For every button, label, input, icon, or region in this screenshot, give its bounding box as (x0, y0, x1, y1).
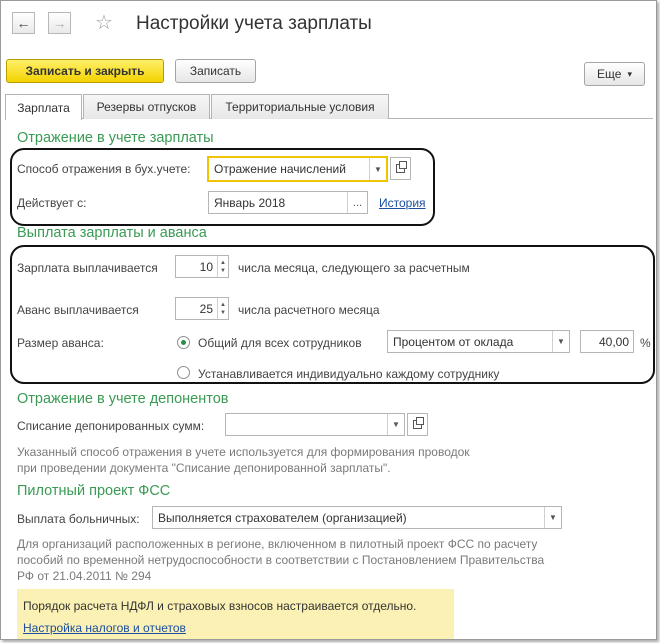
arrow-right-icon: → (52, 15, 67, 31)
radio-common[interactable] (177, 336, 190, 349)
effective-date-value: Январь 2018 (214, 195, 286, 210)
settings-window: ← → ☆ Настройки учета зарплаты Записать … (0, 0, 657, 640)
chevron-down-icon[interactable]: ▼ (387, 414, 404, 435)
save-button[interactable]: Записать (175, 59, 256, 83)
radio-individual[interactable] (177, 366, 190, 379)
writeoff-select[interactable]: ▼ (225, 413, 405, 436)
open-writeoff-button[interactable] (407, 413, 428, 436)
fss-note-line3: РФ от 21.04.2011 № 294 (17, 569, 152, 583)
method-select[interactable]: Отражение начислений ▼ (207, 156, 388, 182)
advance-percent-value: 40,00 (598, 334, 629, 349)
method-select-value: Отражение начислений (214, 162, 346, 176)
effective-date-field[interactable]: Январь 2018 ... (208, 191, 368, 214)
method-label: Способ отражения в бух.учете: (17, 162, 191, 176)
tab-vacation-reserves[interactable]: Резервы отпусков (83, 94, 210, 119)
radio-individual-label[interactable]: Устанавливается индивидуально каждому со… (198, 367, 499, 381)
section-title-fss: Пилотный проект ФСС (17, 483, 171, 499)
stepper-arrows-icon[interactable]: ▲ ▼ (217, 298, 228, 319)
deponents-note-line2: при проведении документа "Списание депон… (17, 461, 391, 475)
section-title-payment: Выплата зарплаты и аванса (17, 225, 207, 241)
tab-salary[interactable]: Зарплата (5, 94, 82, 120)
chevron-down-icon[interactable]: ▼ (369, 158, 386, 180)
history-link[interactable]: История (379, 196, 426, 210)
open-method-button[interactable] (390, 157, 411, 180)
salary-day-suffix: числа месяца, следующего за расчетным (238, 261, 470, 275)
salary-day-label: Зарплата выплачивается (17, 261, 158, 275)
percent-unit-label: % (640, 336, 651, 350)
page-title: Настройки учета зарплаты (136, 13, 372, 34)
sick-pay-label: Выплата больничных: (17, 512, 140, 526)
stepper-arrows-icon[interactable]: ▲ ▼ (217, 256, 228, 277)
advance-method-select[interactable]: Процентом от оклада ▼ (387, 330, 570, 353)
advance-method-value: Процентом от оклада (393, 334, 514, 349)
fss-note-line2: пособий по временной нетрудоспособности … (17, 553, 545, 567)
open-form-icon (396, 161, 407, 173)
info-banner-text: Порядок расчета НДФЛ и страховых взносов… (23, 599, 417, 613)
select-period-button[interactable]: ... (347, 192, 367, 213)
advance-day-suffix: числа расчетного месяца (238, 303, 380, 317)
section-title-deponents: Отражение в учете депонентов (17, 391, 229, 407)
salary-day-value: 10 (199, 259, 213, 274)
effective-label: Действует с: (17, 196, 87, 210)
chevron-down-icon: ▾ (627, 68, 632, 79)
deponents-note-line1: Указанный способ отражения в учете испол… (17, 445, 470, 459)
tax-settings-link[interactable]: Настройка налогов и отчетов (23, 621, 186, 635)
more-button-label: Еще (597, 67, 622, 81)
advance-day-value: 25 (199, 301, 213, 316)
back-button[interactable]: ← (12, 12, 35, 34)
star-icon[interactable]: ☆ (95, 10, 113, 35)
save-and-close-button[interactable]: Записать и закрыть (6, 59, 164, 83)
advance-day-label: Аванс выплачивается (17, 303, 139, 317)
open-form-icon (413, 417, 424, 429)
tab-territorial-conditions[interactable]: Территориальные условия (211, 94, 389, 119)
salary-day-stepper[interactable]: 10 ▲ ▼ (175, 255, 229, 278)
advance-size-label: Размер аванса: (17, 336, 104, 350)
fss-note-line1: Для организаций расположенных в регионе,… (17, 537, 538, 551)
sick-pay-value: Выполняется страхователем (организацией) (158, 510, 407, 525)
radio-common-label[interactable]: Общий для всех сотрудников (198, 336, 362, 350)
more-button[interactable]: Еще ▾ (584, 62, 645, 86)
writeoff-label: Списание депонированных сумм: (17, 419, 205, 433)
advance-day-stepper[interactable]: 25 ▲ ▼ (175, 297, 229, 320)
section-title-accounting: Отражение в учете зарплаты (17, 130, 214, 146)
chevron-down-icon[interactable]: ▼ (552, 331, 569, 352)
advance-percent-field[interactable]: 40,00 (580, 330, 634, 353)
sick-pay-select[interactable]: Выполняется страхователем (организацией)… (152, 506, 562, 529)
arrow-left-icon: ← (16, 15, 31, 31)
chevron-down-icon[interactable]: ▼ (544, 507, 561, 528)
forward-button[interactable]: → (48, 12, 71, 34)
